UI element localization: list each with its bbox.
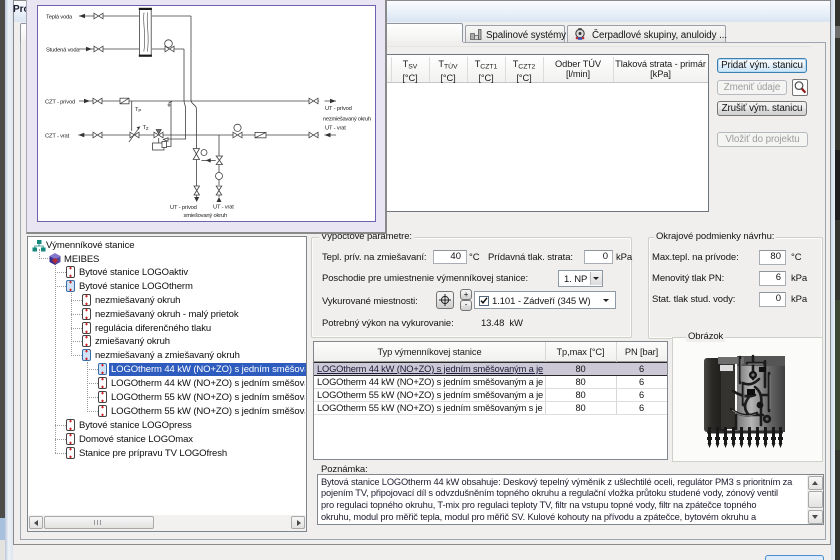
svg-text:nezmiešavaný okruh: nezmiešavaný okruh <box>323 117 371 123</box>
svg-text:Teplá voda: Teplá voda <box>46 14 73 20</box>
svg-text:UT - prívod: UT - prívod <box>325 106 352 112</box>
svg-text:CZT - vrat: CZT - vrat <box>45 134 70 140</box>
svg-text:Studená voda: Studená voda <box>46 47 80 53</box>
svg-text:UT - vrat: UT - vrat <box>325 126 346 132</box>
svg-text:CZT - prívod: CZT - prívod <box>45 100 75 106</box>
svg-text:smiešovaný okruh: smiešovaný okruh <box>183 213 227 219</box>
svg-text:TZ: TZ <box>142 125 148 131</box>
svg-text:UT - prívod: UT - prívod <box>170 205 197 211</box>
svg-text:TP: TP <box>135 107 141 113</box>
svg-text:UT - vrat: UT - vrat <box>213 204 234 210</box>
